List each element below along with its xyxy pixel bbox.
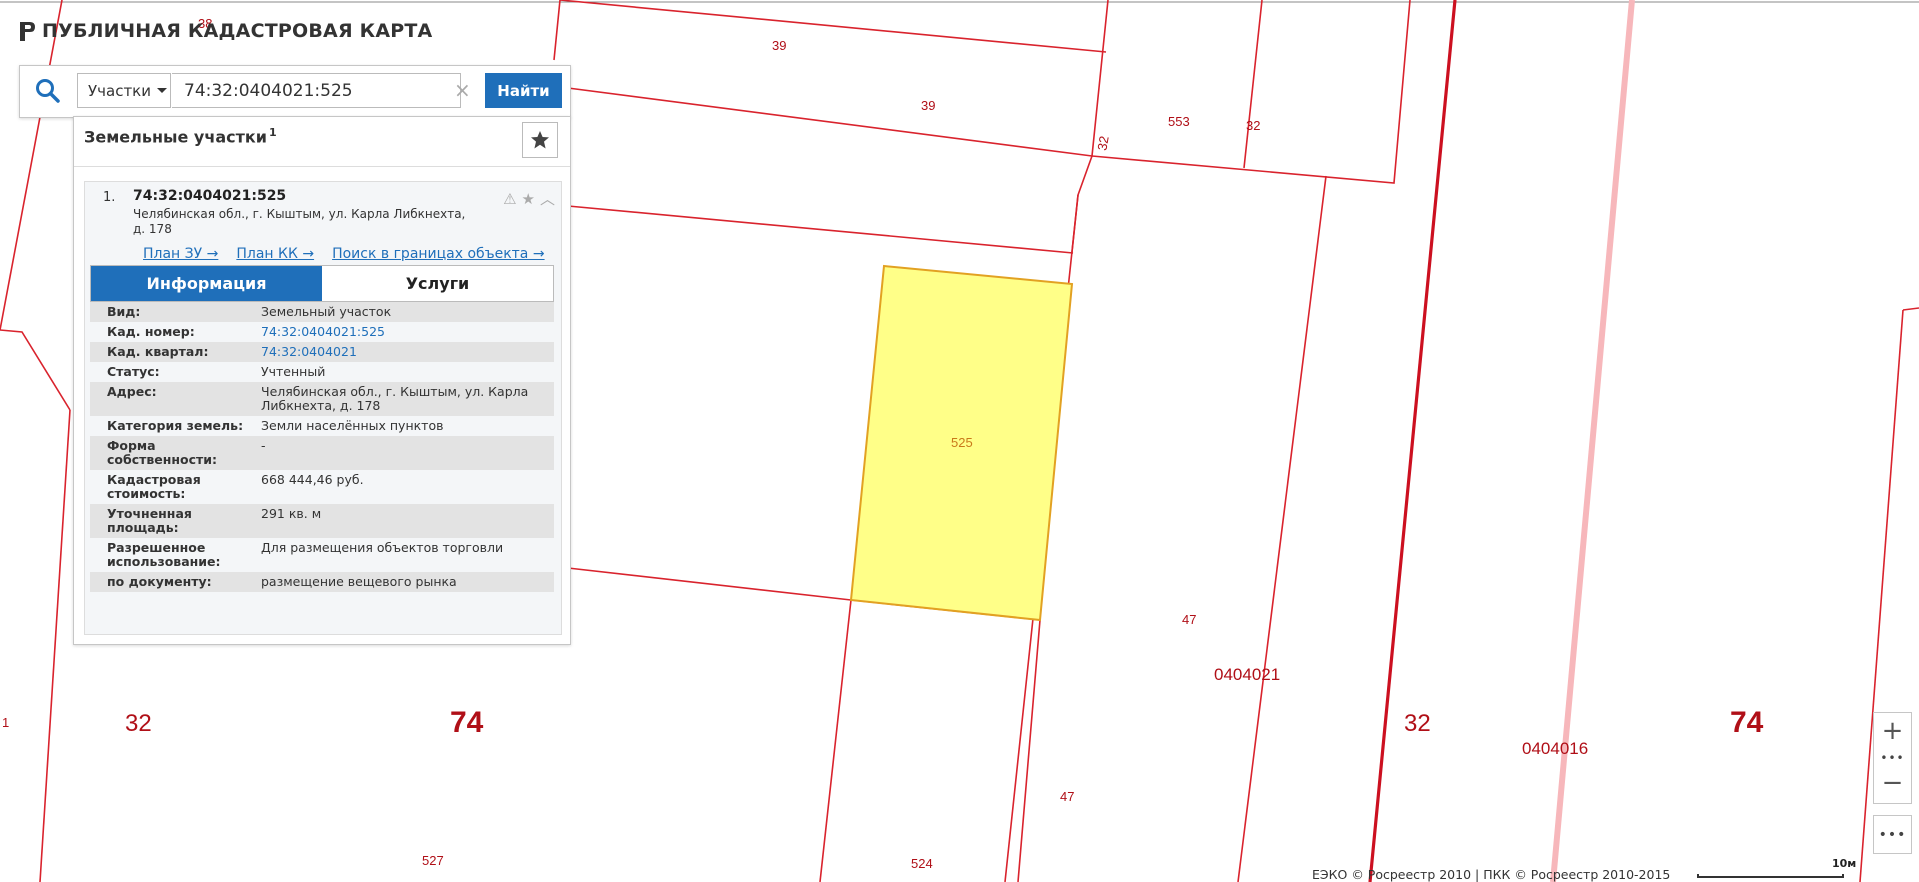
attr-key: Кадастровая стоимость:: [107, 472, 201, 501]
zoom-in-button[interactable]: +: [1874, 713, 1911, 749]
zoom-out-button[interactable]: −: [1874, 765, 1911, 801]
attr-value: -: [261, 438, 266, 453]
find-button[interactable]: Найти: [485, 73, 562, 108]
attr-key: Статус:: [107, 364, 160, 379]
result-item: 1. 74:32:0404021:525 Челябинская обл., г…: [84, 181, 562, 635]
map-label-47: 47: [1182, 612, 1196, 627]
result-actions: ⚠ ★ ︿: [503, 188, 555, 209]
table-row: Разрешенное использование: Для размещения…: [90, 538, 554, 572]
search-in-bounds-link[interactable]: Поиск в границах объекта →: [332, 246, 545, 262]
attr-key: Категория земель:: [107, 418, 244, 433]
result-address: Челябинская обл., г. Кыштым, ул. Карла Л…: [133, 207, 466, 236]
search-type-select[interactable]: Участки: [77, 73, 171, 108]
zoom-level-indicator[interactable]: •••: [1874, 751, 1911, 765]
results-count: 1: [268, 126, 277, 139]
tab-information[interactable]: Информация: [91, 266, 322, 301]
attr-key: Разрешенное использование:: [107, 540, 221, 569]
map-label-47: 47: [1060, 789, 1074, 804]
app-header: ПУБЛИЧНАЯ КАДАСТРОВАЯ КАРТА: [18, 20, 432, 42]
clear-icon[interactable]: ×: [454, 80, 471, 100]
search-input[interactable]: [172, 73, 461, 108]
map-label-district-32: 32: [125, 710, 152, 737]
map-label-32: 32: [1246, 118, 1260, 133]
rosreestr-logo-icon: [20, 22, 35, 41]
attributes-table: Вид: Земельный участок Кад. номер: 74:32:0…: [90, 302, 554, 592]
table-row: Кад. номер: 74:32:0404021:525: [90, 322, 554, 342]
attr-value: Земли населённых пунктов: [261, 418, 444, 433]
results-panel: Земельные участки 1 1. 74:32:0404021:525 …: [73, 116, 571, 645]
attr-key: по документу:: [107, 574, 212, 589]
zoom-control: + ••• −: [1873, 712, 1912, 804]
warning-icon[interactable]: ⚠: [503, 190, 516, 208]
plan-kk-link[interactable]: План КК →: [236, 246, 314, 262]
result-links: План ЗУ → План КК → Поиск в границах объ…: [143, 246, 545, 262]
table-row: Уточненная площадь: 291 кв. м: [90, 504, 554, 538]
map-label-39: 39: [772, 38, 786, 53]
map-attribution: ЕЭКО © Росреестр 2010 | ПКК © Росреестр …: [1312, 867, 1671, 882]
chevron-down-icon: [157, 88, 167, 93]
attr-value: 668 444,46 руб.: [261, 472, 364, 487]
table-row: Адрес: Челябинская обл., г. Кыштым, ул. К…: [90, 382, 554, 416]
attr-key: Адрес:: [107, 384, 157, 399]
map-label-region-74: 74: [1730, 706, 1764, 739]
scale-bar: [1697, 874, 1844, 878]
map-label-block-0404021: 0404021: [1214, 665, 1280, 684]
results-header: Земельные участки 1: [84, 126, 277, 146]
results-header-title: Земельные участки: [84, 127, 267, 147]
result-tabs: Информация Услуги: [90, 265, 554, 302]
map-label-region-74: 74: [450, 706, 484, 739]
app-title: ПУБЛИЧНАЯ КАДАСТРОВАЯ КАРТА: [42, 20, 433, 42]
favorites-button[interactable]: [522, 122, 558, 158]
attr-value: Для размещения объектов торговли: [261, 540, 504, 555]
star-icon: [531, 131, 549, 149]
table-row: Статус: Учтенный: [90, 362, 554, 382]
more-tools-button[interactable]: •••: [1873, 815, 1912, 854]
map-label-553: 553: [1168, 114, 1190, 129]
table-row: по документу: размещение вещевого рынка: [90, 572, 554, 592]
attr-value: Челябинская обл., г. Кыштым, ул. Карла Л…: [261, 384, 529, 413]
tab-services[interactable]: Услуги: [322, 266, 553, 301]
attr-key: Уточненная площадь:: [107, 506, 192, 535]
search-panel: Участки × Найти: [19, 65, 571, 118]
scale-label: 10м: [1832, 857, 1857, 870]
result-index: 1.: [103, 190, 116, 205]
attr-value: размещение вещевого рынка: [261, 574, 457, 589]
divider: [74, 166, 570, 167]
table-row: Вид: Земельный участок: [90, 302, 554, 322]
attr-key: Форма собственности:: [107, 438, 218, 467]
map-label-32: 32: [1094, 135, 1111, 152]
attr-value: 291 кв. м: [261, 506, 322, 521]
cadastral-quarter-link[interactable]: 74:32:0404021: [255, 342, 554, 362]
table-row: Кадастровая стоимость: 668 444,46 руб.: [90, 470, 554, 504]
result-title[interactable]: 74:32:0404021:525: [133, 188, 286, 204]
map-label-527: 527: [422, 853, 444, 868]
search-icon[interactable]: [34, 77, 62, 105]
map-label-525: 525: [951, 435, 973, 450]
table-row: Категория земель: Земли населённых пункто…: [90, 416, 554, 436]
table-row: Кад. квартал: 74:32:0404021: [90, 342, 554, 362]
attr-key: Кад. квартал:: [107, 344, 209, 359]
map-label-524: 524: [911, 856, 933, 871]
table-row: Форма собственности: -: [90, 436, 554, 470]
plan-zu-link[interactable]: План ЗУ →: [143, 246, 218, 262]
attr-value: Земельный участок: [261, 304, 392, 319]
chevron-up-icon[interactable]: ︿: [540, 188, 555, 209]
map-label-39: 39: [921, 98, 935, 113]
attr-key: Кад. номер:: [107, 324, 195, 339]
star-icon[interactable]: ★: [522, 190, 535, 208]
attr-value: Учтенный: [261, 364, 326, 379]
attr-key: Вид:: [107, 304, 141, 319]
map-label-1: 1: [2, 715, 9, 730]
map-label-district-32: 32: [1404, 710, 1431, 737]
cadastral-number-link[interactable]: 74:32:0404021:525: [255, 322, 554, 342]
search-type-label: Участки: [88, 81, 151, 100]
map-label-block-0404016: 0404016: [1522, 739, 1588, 758]
